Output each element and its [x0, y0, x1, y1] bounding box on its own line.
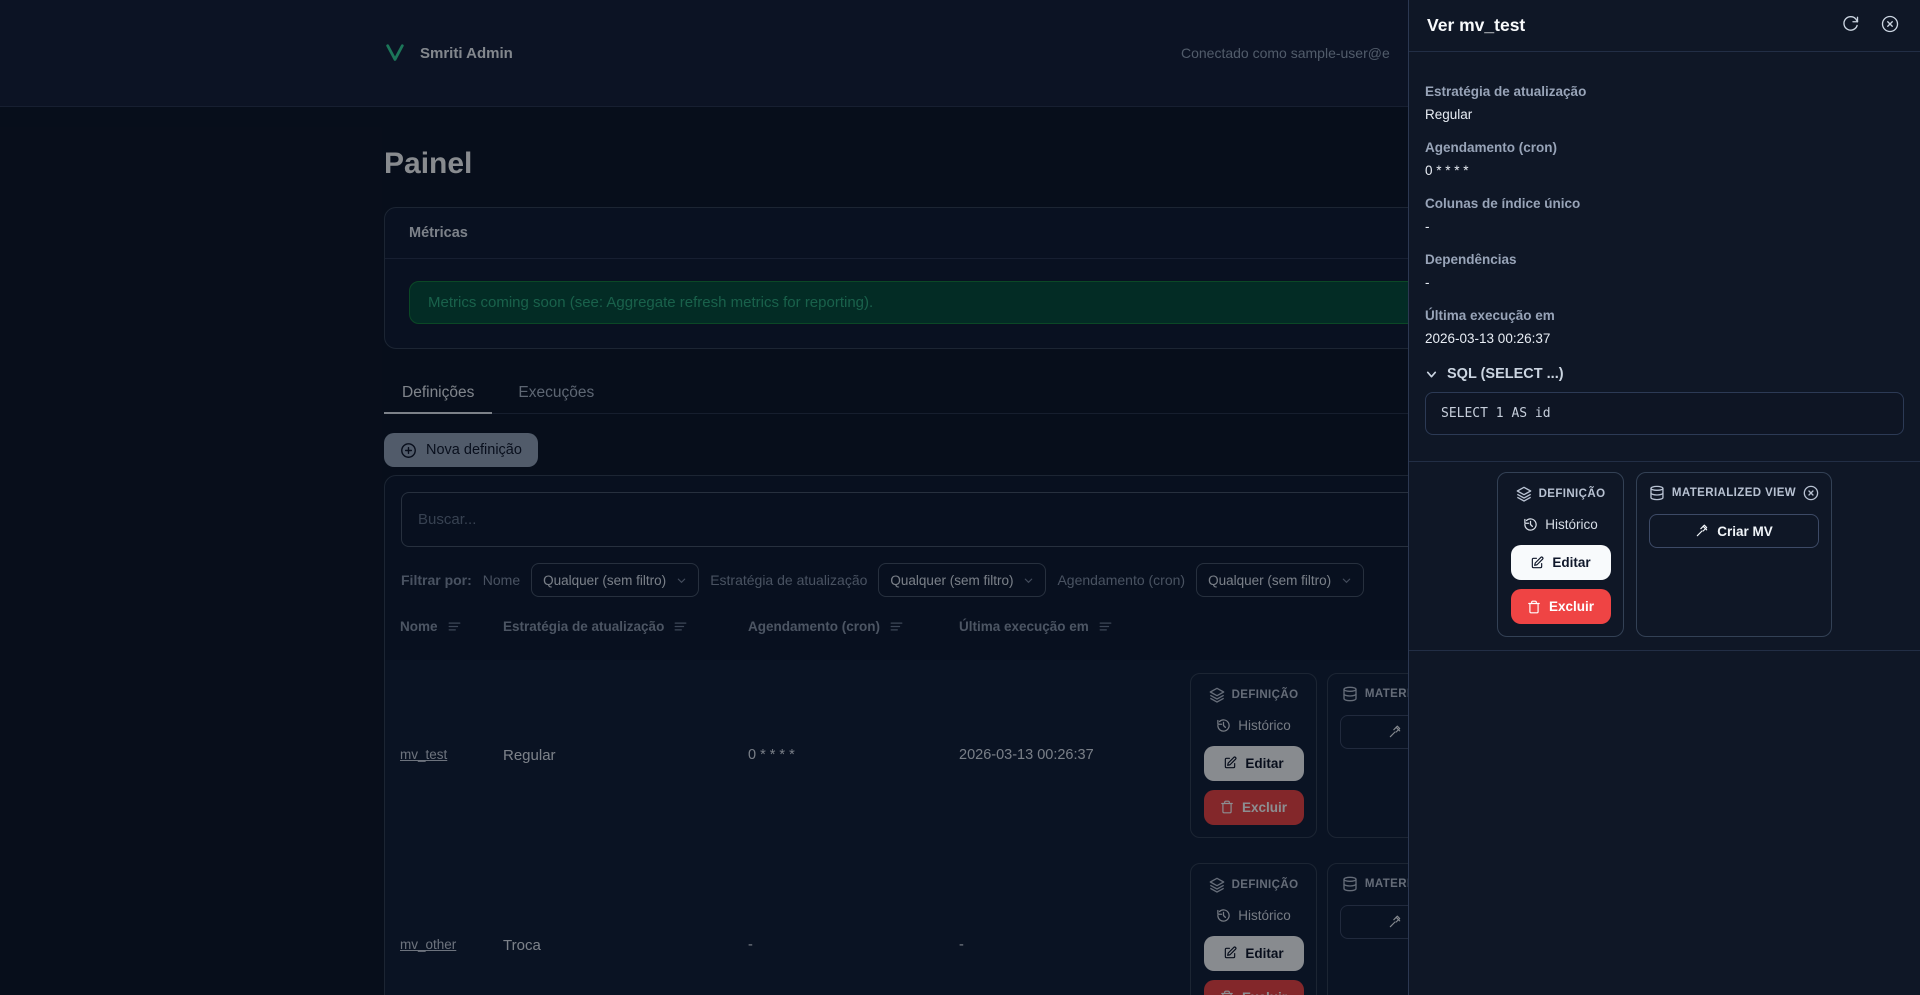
- close-drawer-button[interactable]: [1878, 14, 1902, 38]
- mv-card-title: MATERIALIZED VIEW: [1671, 487, 1797, 499]
- refresh-button[interactable]: [1838, 14, 1862, 38]
- delete-label: Excluir: [1548, 599, 1595, 614]
- field-value: 0 * * * *: [1425, 163, 1469, 178]
- field-value: -: [1425, 275, 1430, 290]
- sql-section-toggle[interactable]: SQL (SELECT ...): [1425, 366, 1904, 382]
- materialized-view-card: MATERIALIZED VIEW Criar MV: [1636, 472, 1832, 637]
- drawer-action-cards: DEFINIÇÃO Histórico Editar Excluir MATER…: [1409, 461, 1920, 651]
- field-value: Regular: [1425, 107, 1473, 122]
- hammer-icon: [1696, 524, 1708, 537]
- drawer-field: Última execução em 2026-03-13 00:26:37: [1425, 307, 1904, 348]
- drawer-field: Colunas de índice único -: [1425, 195, 1904, 236]
- drawer-field: Dependências -: [1425, 251, 1904, 292]
- drawer-footer-area: [1409, 651, 1920, 995]
- edit-icon: [1532, 556, 1544, 568]
- create-mv-label: Criar MV: [1717, 523, 1773, 539]
- drawer-title: Ver mv_test: [1427, 15, 1526, 35]
- field-label: Dependências: [1425, 252, 1517, 267]
- field-label: Colunas de índice único: [1425, 196, 1581, 211]
- drawer-body: Estratégia de atualização Regular Agenda…: [1409, 52, 1920, 461]
- field-value: 2026-03-13 00:26:37: [1425, 331, 1551, 346]
- database-icon: [1650, 485, 1664, 501]
- field-label: Última execução em: [1425, 308, 1555, 323]
- field-label: Agendamento (cron): [1425, 140, 1558, 155]
- drawer-field: Estratégia de atualização Regular: [1425, 83, 1904, 124]
- drawer-field: Agendamento (cron) 0 * * * *: [1425, 139, 1904, 180]
- delete-button[interactable]: Excluir: [1510, 589, 1611, 624]
- edit-button[interactable]: Editar: [1510, 545, 1611, 580]
- close-circle-icon: [1881, 15, 1899, 33]
- history-link[interactable]: Histórico: [1523, 517, 1598, 532]
- chevron-down-icon: [1426, 371, 1437, 377]
- edit-label: Editar: [1552, 555, 1591, 570]
- sql-code-block: SELECT 1 AS id: [1425, 392, 1904, 435]
- field-value: -: [1425, 219, 1430, 234]
- drawer-header: Ver mv_test: [1409, 0, 1920, 52]
- refresh-icon: [1843, 15, 1859, 31]
- view-drawer: Ver mv_test Estratégia de atualização Re…: [1408, 0, 1920, 995]
- definition-actions-card: DEFINIÇÃO Histórico Editar Excluir: [1497, 472, 1624, 637]
- layers-icon: [1516, 486, 1531, 502]
- create-mv-button[interactable]: Criar MV: [1649, 514, 1819, 548]
- definition-card-title: DEFINIÇÃO: [1538, 488, 1606, 500]
- history-icon: [1524, 518, 1537, 531]
- circle-x-badge-icon: [1803, 485, 1819, 501]
- history-label: Histórico: [1545, 517, 1598, 532]
- sql-section-label: SQL (SELECT ...): [1447, 366, 1564, 382]
- trash-icon: [1528, 600, 1540, 613]
- field-label: Estratégia de atualização: [1425, 84, 1587, 99]
